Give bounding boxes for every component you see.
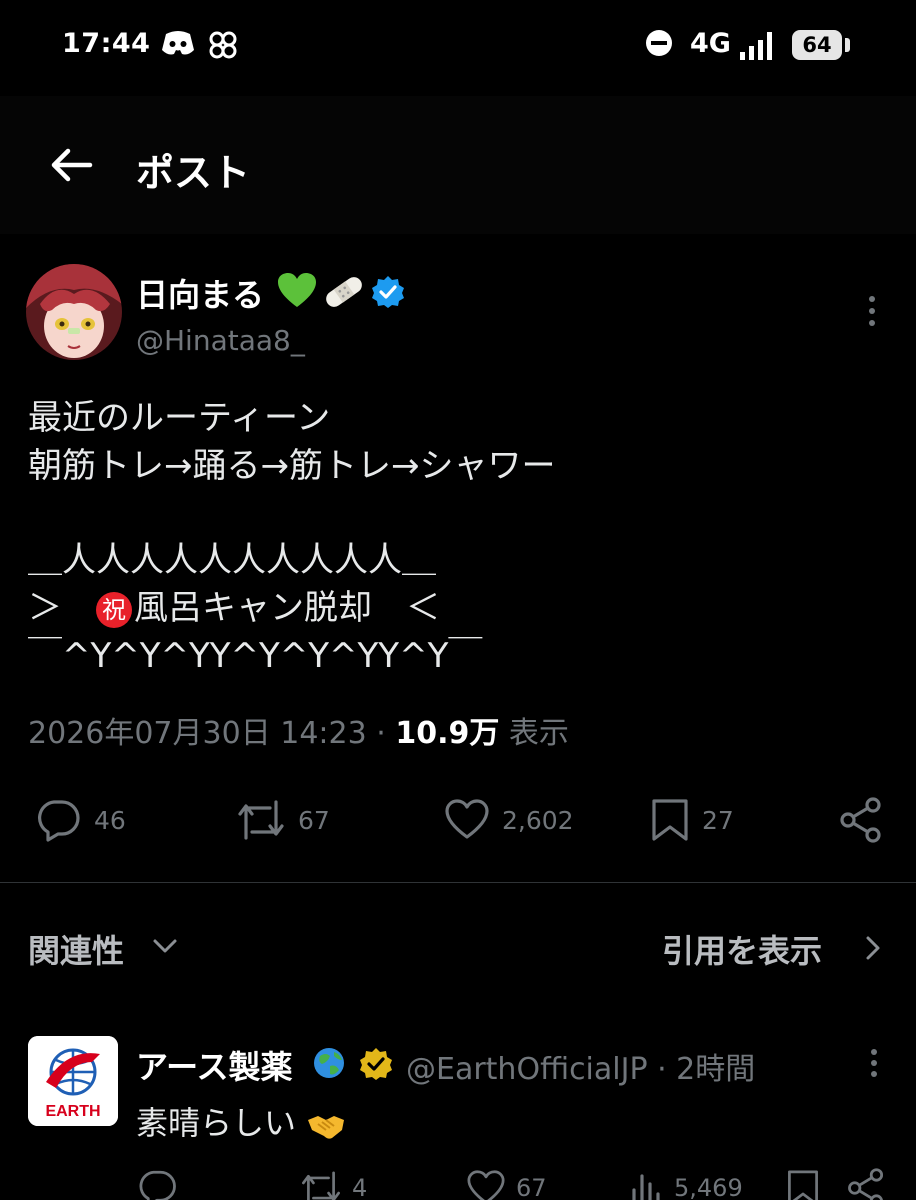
share-button[interactable] — [838, 796, 884, 844]
reply-icon — [139, 1170, 176, 1200]
meta-separator: · — [376, 716, 386, 751]
author-display-name[interactable]: 日向まる — [136, 270, 264, 316]
earth-logo-text: EARTH — [45, 1103, 100, 1120]
post-text-line-6: ￣^Y^Y^YY^Y^Y^YY^Y￣ — [28, 636, 483, 676]
bookmark-count: 27 — [702, 805, 734, 835]
globe-icon — [314, 1048, 344, 1078]
reply-view-count: 5,469 — [674, 1174, 743, 1200]
post-date: 2026年07月30日 14:23 — [28, 716, 367, 751]
top-nav: ポスト — [0, 96, 916, 234]
reply-author-name[interactable]: アース製薬 — [136, 1042, 292, 1088]
reply-like-count: 67 — [516, 1174, 547, 1200]
verified-badge-icon — [372, 276, 404, 308]
repost-button[interactable]: 67 — [236, 796, 330, 844]
verified-gold-icon — [360, 1048, 392, 1080]
discord-icon — [162, 31, 194, 55]
reply-like-button[interactable]: 67 — [466, 1166, 547, 1200]
post-detail-screen: 17:44 4G 64 ポスト 日向まる @Hinataa8_ 最近のルーティー… — [0, 0, 916, 1200]
reply-bookmark-button[interactable] — [786, 1166, 820, 1200]
bookmark-icon — [788, 1170, 818, 1200]
heart-icon — [445, 799, 489, 839]
reply-author-avatar[interactable]: EARTH — [28, 1036, 118, 1126]
analytics-icon — [632, 1174, 660, 1200]
post-text-line-4: ＿人人人人人人人人人人＿ — [28, 540, 436, 580]
congrats-emoji-icon: 祝 — [96, 591, 132, 628]
status-bar: 17:44 4G 64 — [0, 0, 916, 96]
reply-count: 46 — [94, 805, 126, 835]
post-text-line-1: 最近のルーティーン — [28, 398, 331, 438]
reply-icon — [38, 800, 80, 842]
green-heart-icon — [278, 273, 316, 307]
bandage-icon — [326, 277, 362, 307]
reply-repost-count: 4 — [352, 1174, 368, 1200]
bookmark-button[interactable]: 27 — [650, 796, 734, 844]
page-title: ポスト — [136, 151, 251, 195]
author-handle[interactable]: @Hinataa8_ — [136, 324, 305, 357]
signal-icon — [740, 32, 772, 60]
chevron-right-icon[interactable] — [862, 934, 884, 962]
reply-button[interactable]: 46 — [34, 796, 126, 844]
post-meta: 2026年07月30日 14:23 · 10.9万 表示 — [28, 708, 569, 752]
pinwheel-icon — [209, 31, 237, 59]
do-not-disturb-icon — [646, 30, 672, 56]
battery-indicator: 64 — [792, 30, 842, 60]
section-divider — [0, 882, 916, 883]
reply-handle-time[interactable]: @EarthOfficialJP · 2時間 — [406, 1044, 755, 1088]
reply-text: 素晴らしい — [136, 1098, 346, 1144]
like-count: 2,602 — [502, 805, 574, 835]
view-quotes-link[interactable]: 引用を表示 — [662, 926, 822, 972]
author-avatar[interactable] — [26, 264, 122, 360]
back-arrow-icon[interactable] — [44, 140, 100, 190]
battery-tip — [845, 38, 850, 52]
reply-text-content: 素晴らしい — [136, 1104, 297, 1142]
heart-icon — [467, 1170, 505, 1200]
chevron-down-icon[interactable] — [150, 934, 180, 958]
reply-share-button[interactable] — [846, 1166, 886, 1200]
reply-more-options-icon[interactable] — [862, 1048, 886, 1078]
like-button[interactable]: 2,602 — [444, 796, 574, 844]
network-type: 4G — [690, 28, 731, 59]
reply-views-button[interactable]: 5,469 — [630, 1166, 743, 1200]
post-text-line-2: 朝筋トレ→踊る→筋トレ→シャワー — [28, 446, 556, 486]
bookmark-icon — [652, 799, 688, 841]
repost-icon — [302, 1171, 340, 1200]
post-text-line-5: ＞ 祝風呂キャン脱却 ＜ — [28, 580, 440, 629]
sort-relevance-button[interactable]: 関連性 — [28, 926, 124, 972]
handshake-icon — [308, 1116, 345, 1139]
repost-icon — [238, 800, 284, 840]
status-time: 17:44 — [62, 28, 151, 59]
post-text-line-5-text: 風呂キャン脱却 ＜ — [134, 588, 440, 628]
share-icon — [848, 1168, 884, 1200]
share-icon — [840, 797, 881, 843]
post-text-line-5-prefix: ＞ — [28, 588, 96, 628]
view-count[interactable]: 10.9万 — [395, 716, 499, 751]
more-options-icon[interactable] — [858, 294, 886, 328]
repost-count: 67 — [298, 805, 330, 835]
reply-reply-button[interactable] — [136, 1166, 188, 1200]
view-label: 表示 — [508, 716, 569, 751]
reply-repost-button[interactable]: 4 — [300, 1166, 367, 1200]
